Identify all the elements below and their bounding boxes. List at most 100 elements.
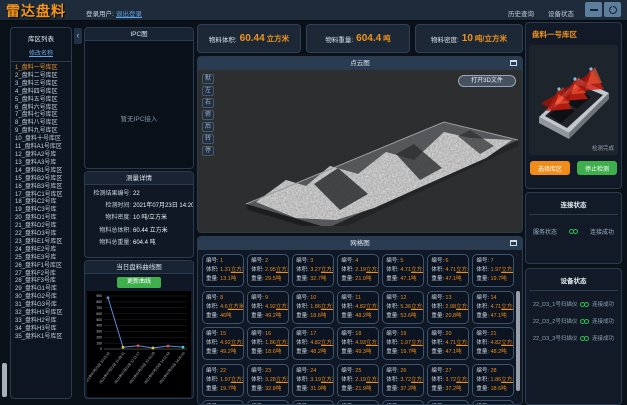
view-button-7[interactable]: 停 — [202, 146, 214, 156]
grid-cell[interactable]: 编号: 6体积: 4.71立方米重量: 47.1吨 — [427, 254, 469, 287]
grid-cell[interactable]: 编号: 1体积: 1.31立方米重量: 13.1吨 — [202, 254, 244, 287]
sidebar-item-store-22[interactable]: 22_盘料D3号库 — [15, 231, 71, 239]
grid-cell[interactable]: 编号: 11体积: 4.82立方米重量: 48.2吨 — [337, 291, 379, 324]
grid-cell[interactable]: 编号: 17体积: 4.82立方米重量: 48.2吨 — [292, 327, 334, 360]
grid-cell[interactable]: 编号: 19体积: 1.97立方米重量: 19.7吨 — [382, 327, 424, 360]
sidebar-item-store-32[interactable]: 32_盘料H1号库区 — [15, 310, 71, 318]
view-button-4[interactable]: 俯 — [202, 110, 214, 120]
sidebar-item-store-31[interactable]: 31_盘料G3号库 — [15, 302, 71, 310]
grid-panel-title: 网格图 — [198, 237, 522, 250]
sidebar-item-store-3[interactable]: 3_盘料三号库区 — [15, 81, 71, 89]
stop-detect-button[interactable]: 停止检测 — [577, 161, 617, 175]
grid-cell[interactable]: 编号: 21体积: 4.82立方米重量: 48.2吨 — [472, 327, 514, 360]
view-button-2[interactable]: 左 — [202, 86, 214, 96]
open-3d-file-button[interactable]: 打开3D文件 — [458, 75, 516, 87]
sidebar-item-store-10[interactable]: 10_盘料十号库区 — [15, 136, 71, 144]
stat-weight: 物料重量: 604.4 吨 — [306, 24, 410, 53]
grid-cell[interactable]: 编号: 16体积: 1.86立方米重量: 18.6吨 — [247, 327, 289, 360]
grid-cell[interactable]: 编号: 30体积: 重量: — [247, 400, 289, 405]
grid-cell[interactable]: 编号: 34体积: 重量: — [427, 400, 469, 405]
grid-cell[interactable]: 编号: 33体积: 重量: — [382, 400, 424, 405]
grid-cell[interactable]: 编号: 29体积: 重量: — [202, 400, 244, 405]
select-store-button[interactable]: 选择库区 — [530, 161, 570, 175]
view-button-6[interactable]: 转 — [202, 134, 214, 144]
grid-cell[interactable]: 编号: 26体积: 3.72立方米重量: 37.2吨 — [382, 364, 424, 397]
point-cloud-view[interactable]: 打开3D文件 默左右俯后转停 — [198, 70, 522, 232]
sidebar-item-store-4[interactable]: 4_盘料四号库区 — [15, 89, 71, 97]
view-button-1[interactable]: 默 — [202, 74, 214, 84]
grid-cell-weight: 重量: 46吨 — [206, 312, 243, 321]
sidebar-item-store-14[interactable]: 14_盘料B1号库区 — [15, 168, 71, 176]
sidebar-item-store-13[interactable]: 13_盘料A3号库 — [15, 160, 71, 168]
stat-density-unit: 吨/立方米 — [475, 33, 507, 44]
grid-cell-weight-value: 47.1吨 — [400, 276, 416, 282]
grid-cell[interactable]: 编号: 27体积: 3.72立方米重量: 37.2吨 — [427, 364, 469, 397]
grid-cell[interactable]: 编号: 15体积: 4.92立方米重量: 49.2吨 — [202, 327, 244, 360]
power-button[interactable] — [604, 2, 621, 17]
nav-history-query[interactable]: 历史查询 — [508, 8, 534, 18]
grid-cell-id: 编号: 19 — [386, 330, 423, 339]
sidebar-item-store-9[interactable]: 9_盘料九号库区 — [15, 128, 71, 136]
sidebar-item-store-34[interactable]: 34_盘料H3号库 — [15, 326, 71, 334]
store-title: 盘料一号库区 — [526, 23, 621, 40]
sidebar-item-store-5[interactable]: 5_盘料五号库区 — [15, 97, 71, 105]
grid-cell[interactable]: 编号: 20体积: 4.71立方米重量: 47.1吨 — [427, 327, 469, 360]
sidebar-item-store-23[interactable]: 23_盘料E1号库区 — [15, 239, 71, 247]
grid-cell[interactable]: 编号: 5体积: 4.71立方米重量: 47.1吨 — [382, 254, 424, 287]
grid-cell[interactable]: 编号: 32体积: 重量: — [337, 400, 379, 405]
grid-cell[interactable]: 编号: 3体积: 3.27立方米重量: 32.7吨 — [292, 254, 334, 287]
grid-cell-volume: 体积: 2.95立方米 — [251, 266, 288, 275]
chart-tick-label: 2021年07月23日 12:11:17 — [113, 350, 141, 384]
sidebar-item-store-21[interactable]: 21_盘料D2号库 — [15, 223, 71, 231]
grid-cell[interactable]: 编号: 4体积: 2.19立方米重量: 21.9吨 — [337, 254, 379, 287]
logout-link[interactable]: 退出登录 — [116, 8, 142, 18]
grid-cell[interactable]: 编号: 12体积: 5.36立方米重量: 53.6吨 — [382, 291, 424, 324]
grid-cell[interactable]: 编号: 2体积: 2.95立方米重量: 29.5吨 — [247, 254, 289, 287]
nav-device-status[interactable]: 设备状态 — [548, 8, 574, 18]
update-curve-button[interactable]: 更新曲线 — [117, 277, 161, 288]
grid-cell[interactable]: 编号: 18体积: 4.93立方米重量: 49.3吨 — [337, 327, 379, 360]
sidebar-item-store-12[interactable]: 12_盘料A2号库 — [15, 152, 71, 160]
grid-cell-id-value: 21 — [490, 331, 496, 337]
collapse-sidebar-button[interactable]: ‹ — [74, 28, 82, 44]
sidebar-item-store-25[interactable]: 25_盘料E3号库 — [15, 255, 71, 263]
sidebar-item-store-26[interactable]: 26_盘料F1号库区 — [15, 263, 71, 271]
sidebar-item-store-35[interactable]: 35_盘料K1号库区 — [15, 334, 71, 342]
trend-panel: 当日盘料曲线图 更新曲线 010020030040050060070080090… — [84, 260, 194, 399]
sidebar-item-store-20[interactable]: 20_盘料D1号库 — [15, 215, 71, 223]
grid-title-text: 网格图 — [350, 240, 370, 247]
grid-cell[interactable]: 编号: 28体积: 1.86立方米重量: 18.6吨 — [472, 364, 514, 397]
sidebar-item-store-33[interactable]: 33_盘料H2号库 — [15, 318, 71, 326]
sidebar-item-store-11[interactable]: 11_盘料A1号库区 — [15, 144, 71, 152]
grid-cell[interactable]: 编号: 7体积: 1.97立方米重量: 19.7吨 — [472, 254, 514, 287]
sidebar-item-store-30[interactable]: 30_盘料G2号库 — [15, 294, 71, 302]
window-expand-icon[interactable] — [510, 240, 517, 246]
view-button-5[interactable]: 后 — [202, 122, 214, 132]
grid-cell[interactable]: 编号: 9体积: 4.92立方米重量: 49.2吨 — [247, 291, 289, 324]
sidebar-item-store-16[interactable]: 16_盘料B3号库区 — [15, 184, 71, 192]
grid-cell[interactable]: 编号: 31体积: 重量: — [292, 400, 334, 405]
window-expand-icon[interactable] — [510, 60, 517, 66]
grid-cell-weight: 重量: 48.2吨 — [296, 348, 333, 357]
sidebar-item-store-24[interactable]: 24_盘料E2号库 — [15, 247, 71, 255]
grid-cell[interactable]: 编号: 23体积: 3.28立方米重量: 32.8吨 — [247, 364, 289, 397]
grid-cell[interactable]: 编号: 10体积: 1.86立方米重量: 18.6吨 — [292, 291, 334, 324]
minimize-button[interactable] — [585, 2, 602, 17]
sidebar-scrollbar[interactable] — [2, 363, 7, 397]
grid-cell[interactable]: 编号: 8体积: 4.6立方米重量: 46吨 — [202, 291, 244, 324]
grid-cell[interactable]: 编号: 13体积: 2.08立方米重量: 20.8吨 — [427, 291, 469, 324]
sidebar-item-store-15[interactable]: 15_盘料B2号库区 — [15, 176, 71, 184]
sidebar-item-store-2[interactable]: 2_盘料二号库区 — [15, 73, 71, 81]
grid-cell-weight: 重量: 18.6吨 — [251, 348, 288, 357]
view-button-3[interactable]: 右 — [202, 98, 214, 108]
grid-cell[interactable]: 编号: 14体积: 4.71立方米重量: 47.1吨 — [472, 291, 514, 324]
grid-cell[interactable]: 编号: 24体积: 3.19立方米重量: 31.9吨 — [292, 364, 334, 397]
grid-cell[interactable]: 编号: 22体积: 1.97立方米重量: 19.7吨 — [202, 364, 244, 397]
trend-chart: 01002003004005006007008009002021年07月23日 … — [87, 291, 191, 397]
grid-cell[interactable]: 编号: 35体积: 重量: — [472, 400, 514, 405]
grid-cell[interactable]: 编号: 25体积: 2.19立方米重量: 21.9吨 — [337, 364, 379, 397]
measurement-value: 10 吨/立方米 — [133, 215, 167, 221]
grid-scrollbar[interactable] — [516, 291, 520, 391]
rename-link[interactable]: 修改名称 — [11, 43, 71, 62]
sidebar-item-store-1[interactable]: 1_盘料一号库区 — [15, 65, 71, 73]
